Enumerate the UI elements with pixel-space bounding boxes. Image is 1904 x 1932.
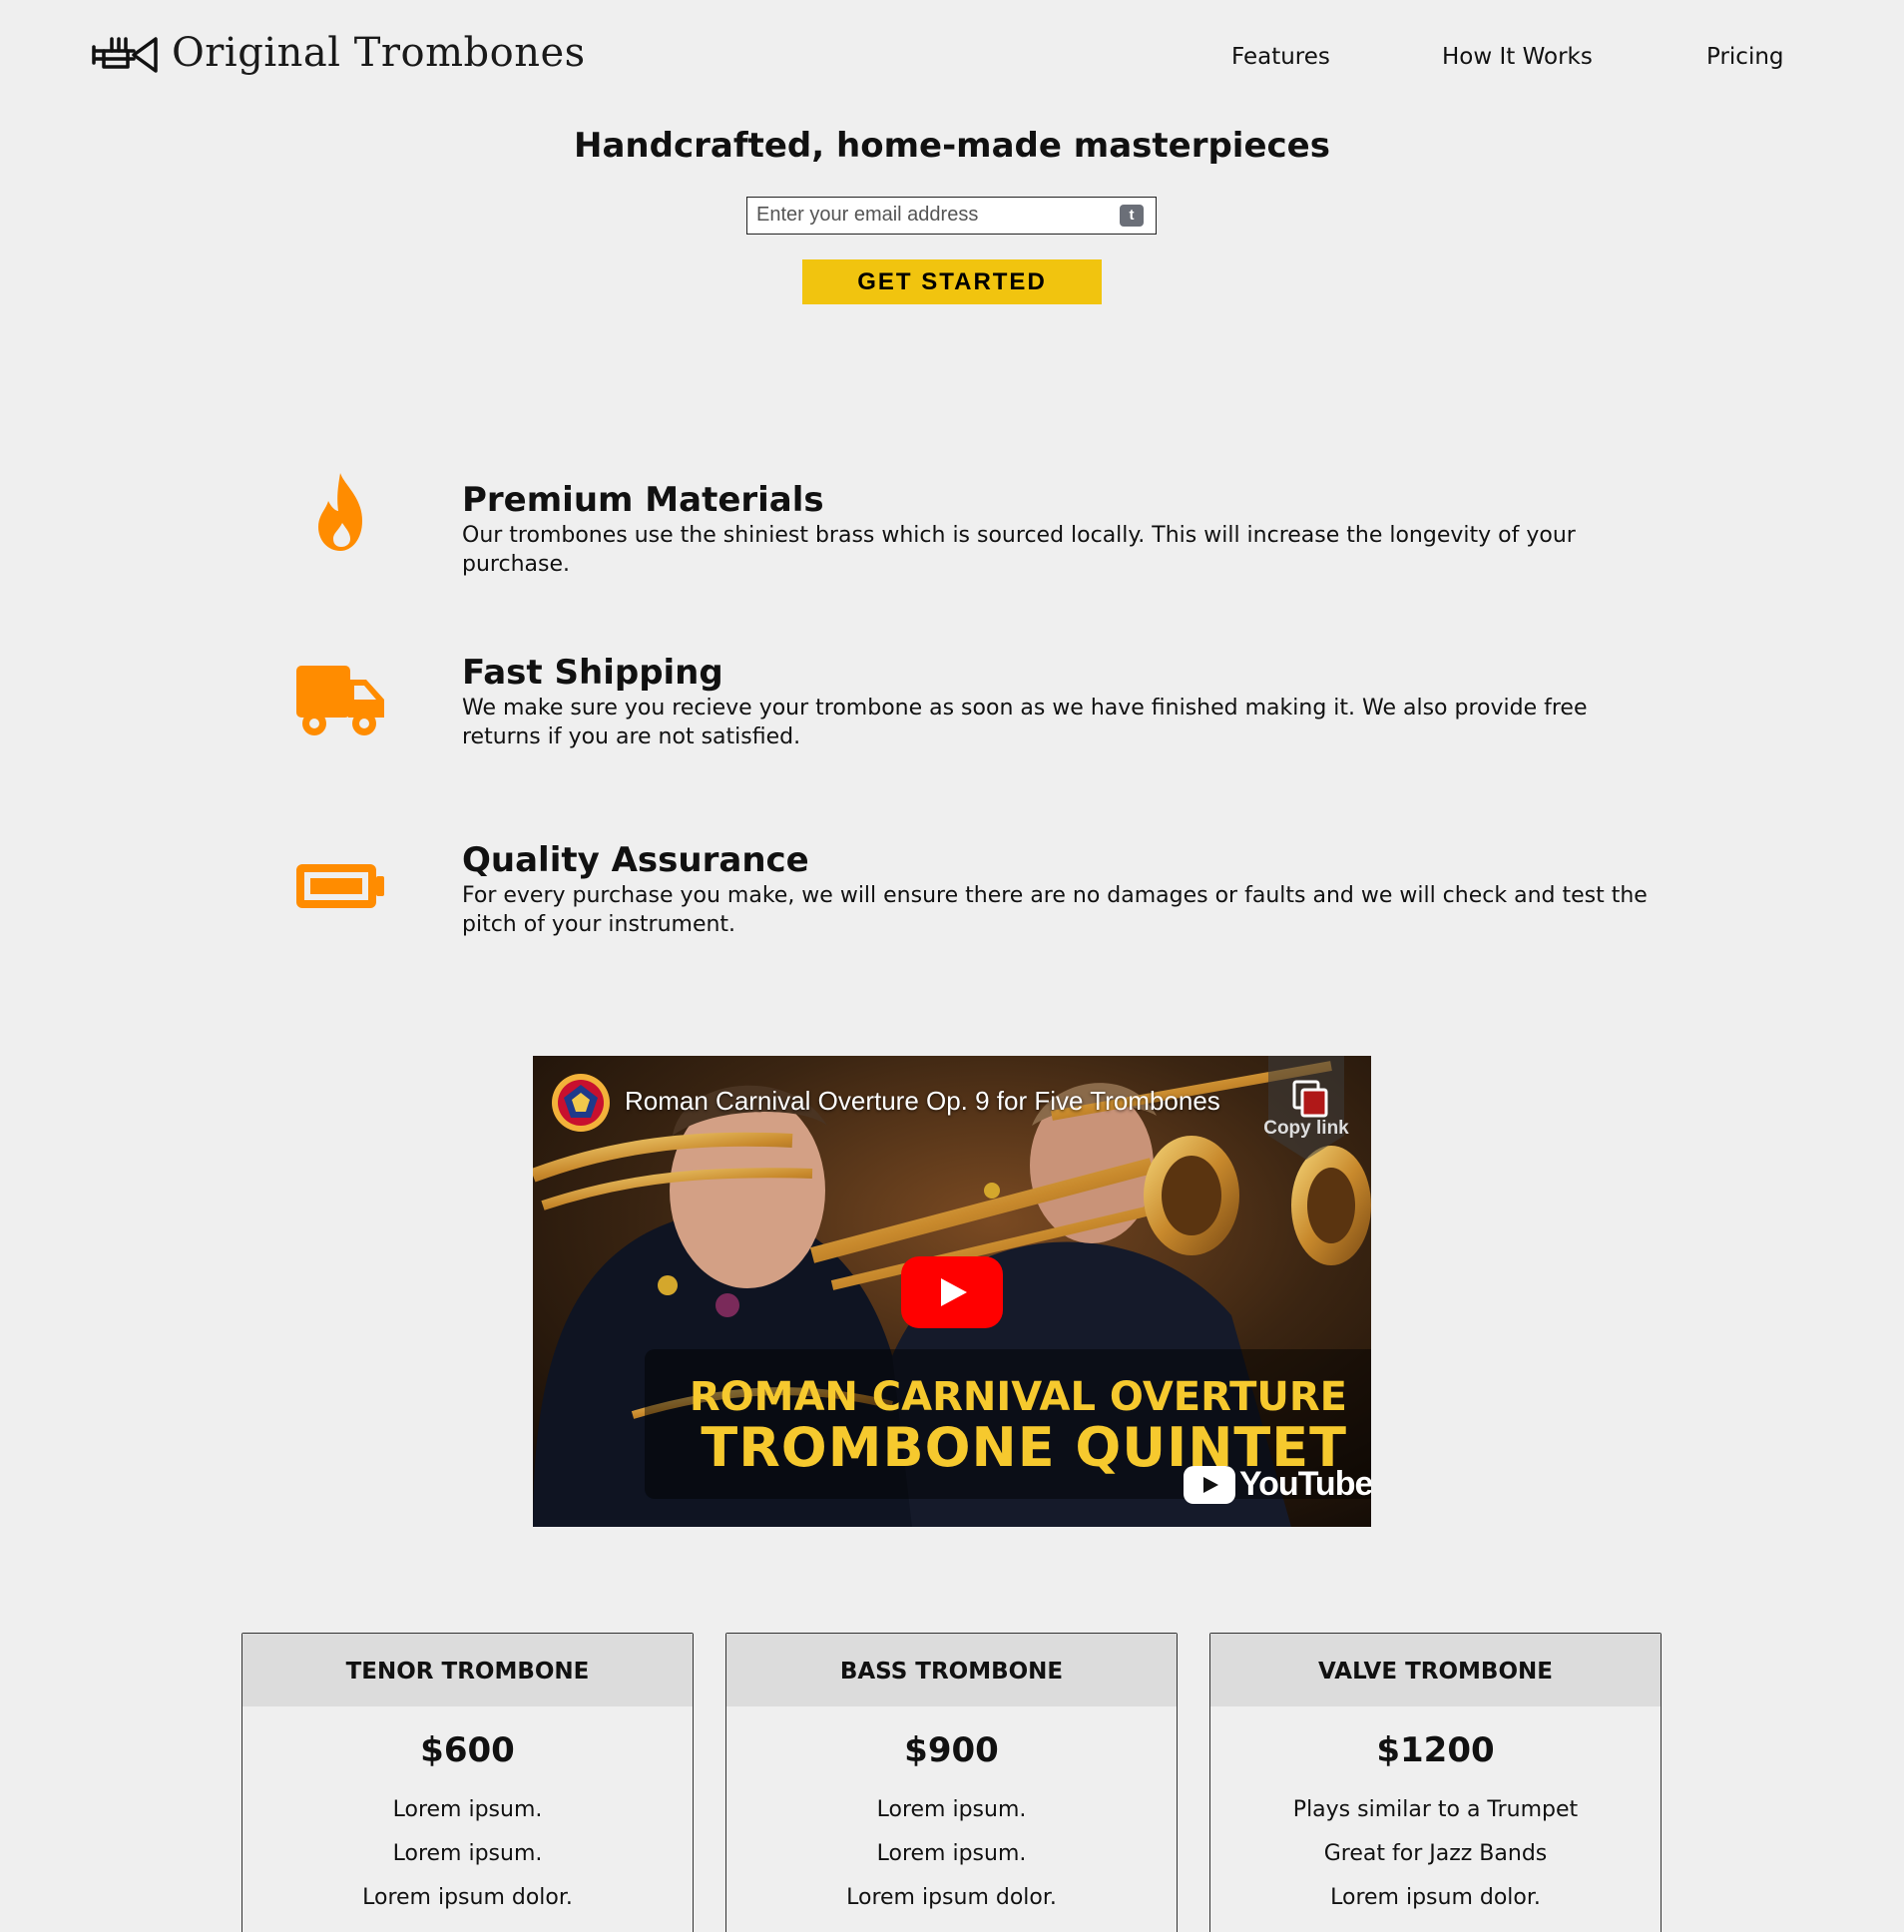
price-feature-item: Great for Jazz Bands [1323, 1841, 1548, 1866]
price-feature-item: Lorem ipsum. [392, 1797, 543, 1822]
get-started-button[interactable]: GET STARTED [802, 259, 1102, 304]
copy-link-icon[interactable] [1268, 1056, 1344, 1160]
price-card-title: VALVE TROMBONE [1210, 1634, 1661, 1706]
price-amount: $600 [420, 1730, 515, 1770]
price-card-title: BASS TROMBONE [726, 1634, 1177, 1706]
youtube-wordmark: YouTube [1239, 1465, 1371, 1503]
feature-title-shipping: Fast Shipping [462, 653, 723, 693]
price-feature-item: Lorem ipsum dolor. [362, 1885, 573, 1910]
brand-logo[interactable]: Original Trombones [92, 28, 586, 78]
play-button-icon[interactable] [901, 1256, 1003, 1328]
price-amount: $900 [904, 1730, 999, 1770]
youtube-video-embed[interactable]: Roman Carnival Overture Op. 9 for Five T… [533, 1056, 1371, 1527]
price-feature-list: Plays similar to a Trumpet Great for Jaz… [1210, 1788, 1661, 1920]
price-amount: $1200 [1376, 1730, 1495, 1770]
price-feature-item: Lorem ipsum. [876, 1797, 1027, 1822]
video-title[interactable]: Roman Carnival Overture Op. 9 for Five T… [625, 1084, 1220, 1118]
feature-title-quality: Quality Assurance [462, 840, 809, 880]
autofill-badge-icon[interactable]: t [1120, 205, 1144, 227]
nav-pricing[interactable]: Pricing [1706, 40, 1784, 74]
feature-desc-materials: Our trombones use the shiniest brass whi… [462, 523, 1576, 577]
price-card-tenor: TENOR TROMBONE $600 Lorem ipsum. Lorem i… [241, 1633, 694, 1932]
nav-how-it-works[interactable]: How It Works [1442, 40, 1593, 74]
price-feature-item: Lorem ipsum. [876, 1841, 1027, 1866]
feature-title-materials: Premium Materials [462, 480, 824, 520]
price-card-valve: VALVE TROMBONE $1200 Plays similar to a … [1209, 1633, 1662, 1932]
price-feature-list: Lorem ipsum. Lorem ipsum. Lorem ipsum do… [726, 1788, 1177, 1920]
email-input[interactable] [747, 198, 1116, 233]
price-feature-item: Lorem ipsum. [392, 1841, 543, 1866]
fire-icon [318, 473, 362, 551]
feature-desc-shipping: We make sure you recieve your trombone a… [462, 696, 1588, 749]
video-caption-line-1: ROMAN CARNIVAL OVERTURE [689, 1374, 1347, 1420]
email-form: t [746, 197, 1157, 235]
trumpet-icon [92, 37, 158, 73]
price-card-bass: BASS TROMBONE $900 Lorem ipsum. Lorem ip… [725, 1633, 1178, 1932]
hero-title: Handcrafted, home-made masterpieces [574, 126, 1330, 166]
copy-link-label[interactable]: Copy link [1243, 1118, 1369, 1140]
price-feature-list: Lorem ipsum. Lorem ipsum. Lorem ipsum do… [242, 1788, 693, 1920]
channel-avatar-icon[interactable] [551, 1073, 611, 1133]
price-feature-item: Lorem ipsum dolor. [1330, 1885, 1541, 1910]
feature-desc-quality: For every purchase you make, we will ens… [462, 883, 1648, 937]
battery-icon [296, 864, 384, 908]
youtube-play-icon [1184, 1465, 1235, 1504]
site-header: Original Trombones Features How It Works… [0, 0, 1904, 110]
price-feature-item: Plays similar to a Trumpet [1292, 1797, 1579, 1822]
youtube-logo[interactable]: YouTube [1184, 1465, 1371, 1504]
nav-features[interactable]: Features [1231, 40, 1330, 74]
price-card-title: TENOR TROMBONE [242, 1634, 693, 1706]
brand-name: Original Trombones [172, 30, 586, 76]
truck-icon [296, 666, 384, 735]
price-feature-item: Lorem ipsum dolor. [846, 1885, 1057, 1910]
